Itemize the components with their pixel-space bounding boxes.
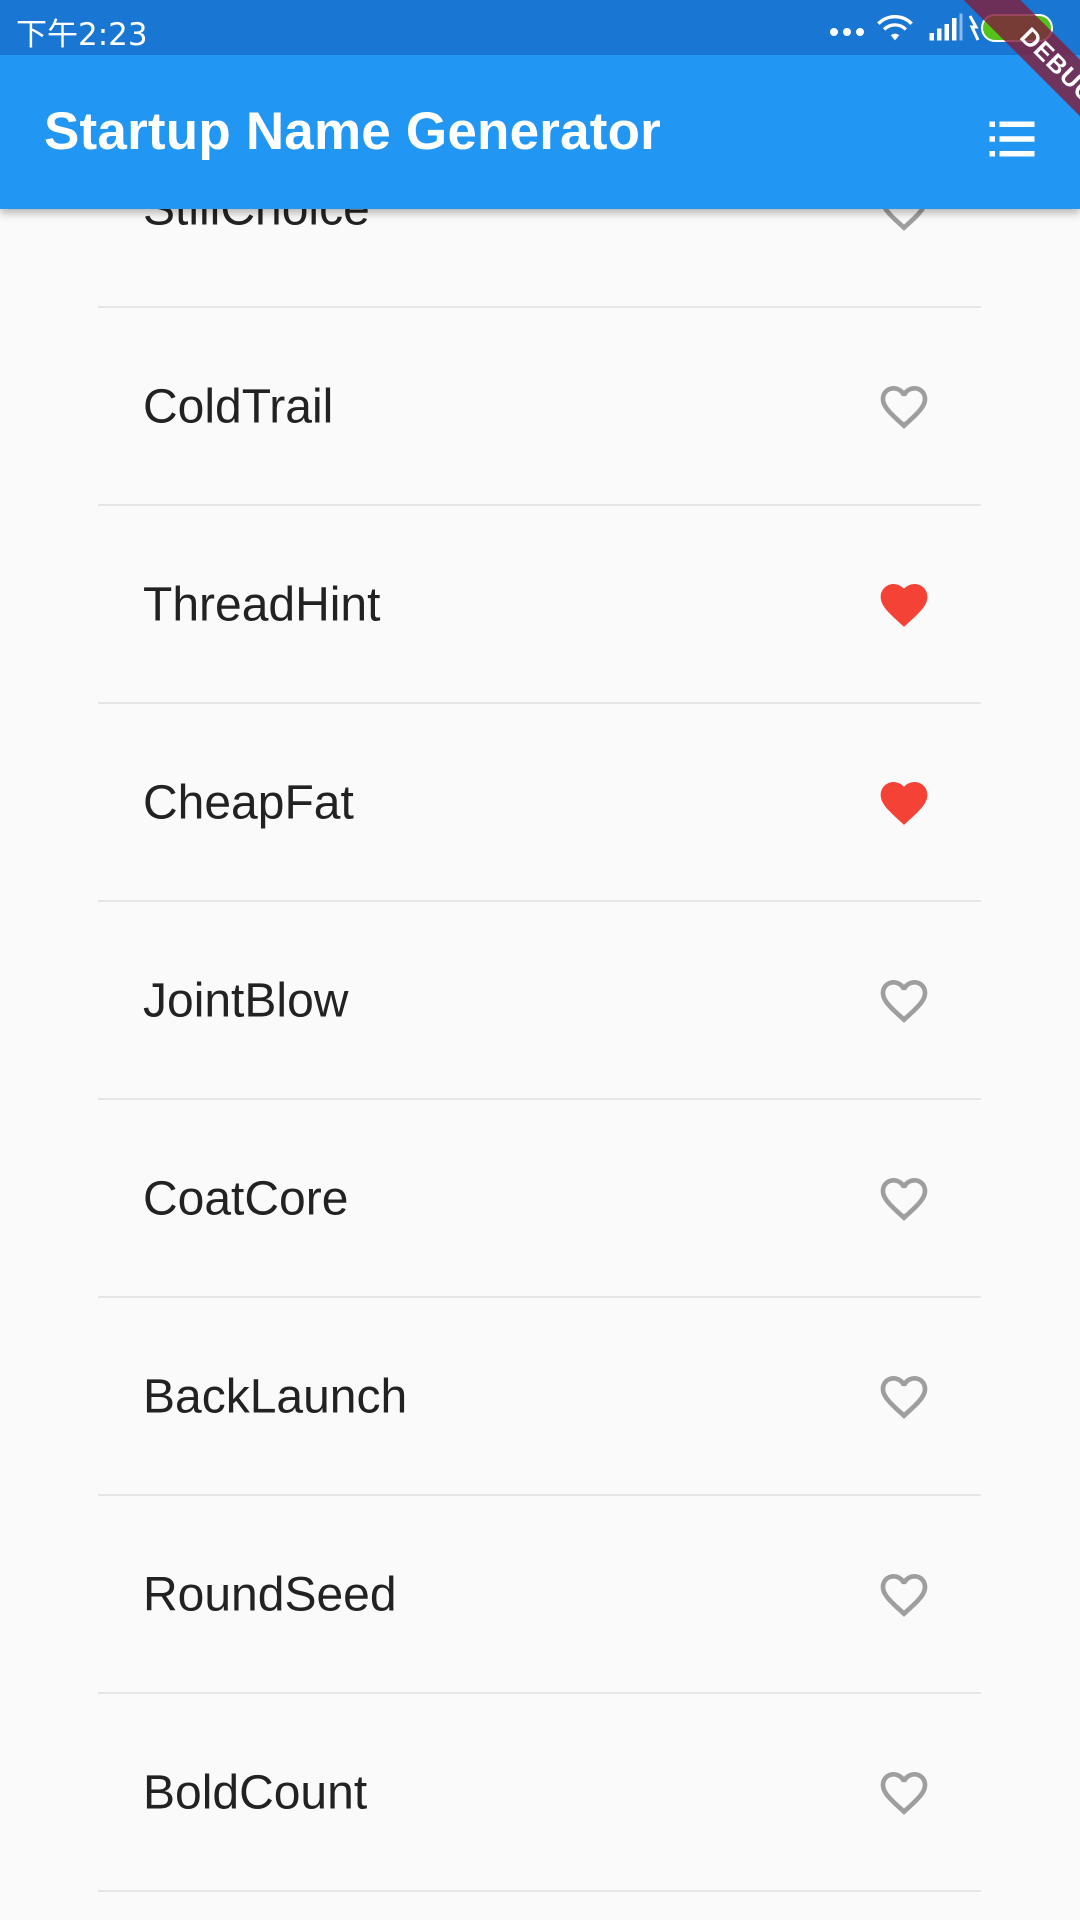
wifi-icon — [877, 15, 913, 41]
list-item-name: ColdTrail — [143, 380, 334, 434]
status-bar: 下午2:23 — [0, 0, 1080, 55]
divider — [98, 1890, 981, 1892]
heart-outline-icon[interactable] — [873, 1369, 935, 1425]
more-dots-icon — [830, 28, 866, 36]
list-item-name: BackLaunch — [143, 1370, 408, 1424]
list-item[interactable]: BoldCount — [0, 1694, 1080, 1892]
list-item-name: ThreadHint — [143, 578, 381, 632]
list-icon[interactable] — [982, 109, 1042, 169]
list-item[interactable]: ColdTrail — [0, 308, 1080, 506]
page-title: Startup Name Generator — [44, 102, 662, 161]
list-item-name: CheapFat — [143, 776, 354, 830]
heart-filled-icon[interactable] — [873, 577, 935, 633]
heart-outline-icon[interactable] — [873, 973, 935, 1029]
heart-outline-icon[interactable] — [873, 1171, 935, 1227]
list-item-name: JointBlow — [143, 974, 349, 1028]
heart-outline-icon[interactable] — [873, 1567, 935, 1623]
list-item-name: RoundSeed — [143, 1568, 397, 1622]
list-item[interactable]: CheapFat — [0, 704, 1080, 902]
battery-icon — [968, 14, 1053, 42]
heart-outline-icon[interactable] — [873, 379, 935, 435]
list-item[interactable]: JointBlow — [0, 902, 1080, 1100]
list-item-name: CoatCore — [143, 1172, 349, 1226]
status-time: 下午2:23 — [16, 17, 148, 53]
list-item[interactable]: BackLaunch — [0, 1298, 1080, 1496]
list-item[interactable]: CoatCore — [0, 1100, 1080, 1298]
heart-outline-icon[interactable] — [873, 1765, 935, 1821]
list-item[interactable]: RoundSeed — [0, 1496, 1080, 1694]
list-item-name: BoldCount — [143, 1766, 368, 1820]
list-item[interactable]: ThreadHint — [0, 506, 1080, 704]
signal-icon — [929, 13, 963, 41]
app-bar: Startup Name Generator — [0, 55, 1080, 209]
saved-names-list[interactable]: StillChoice ColdTrail ThreadHint CheapFa… — [0, 0, 1080, 1920]
heart-filled-icon[interactable] — [873, 775, 935, 831]
